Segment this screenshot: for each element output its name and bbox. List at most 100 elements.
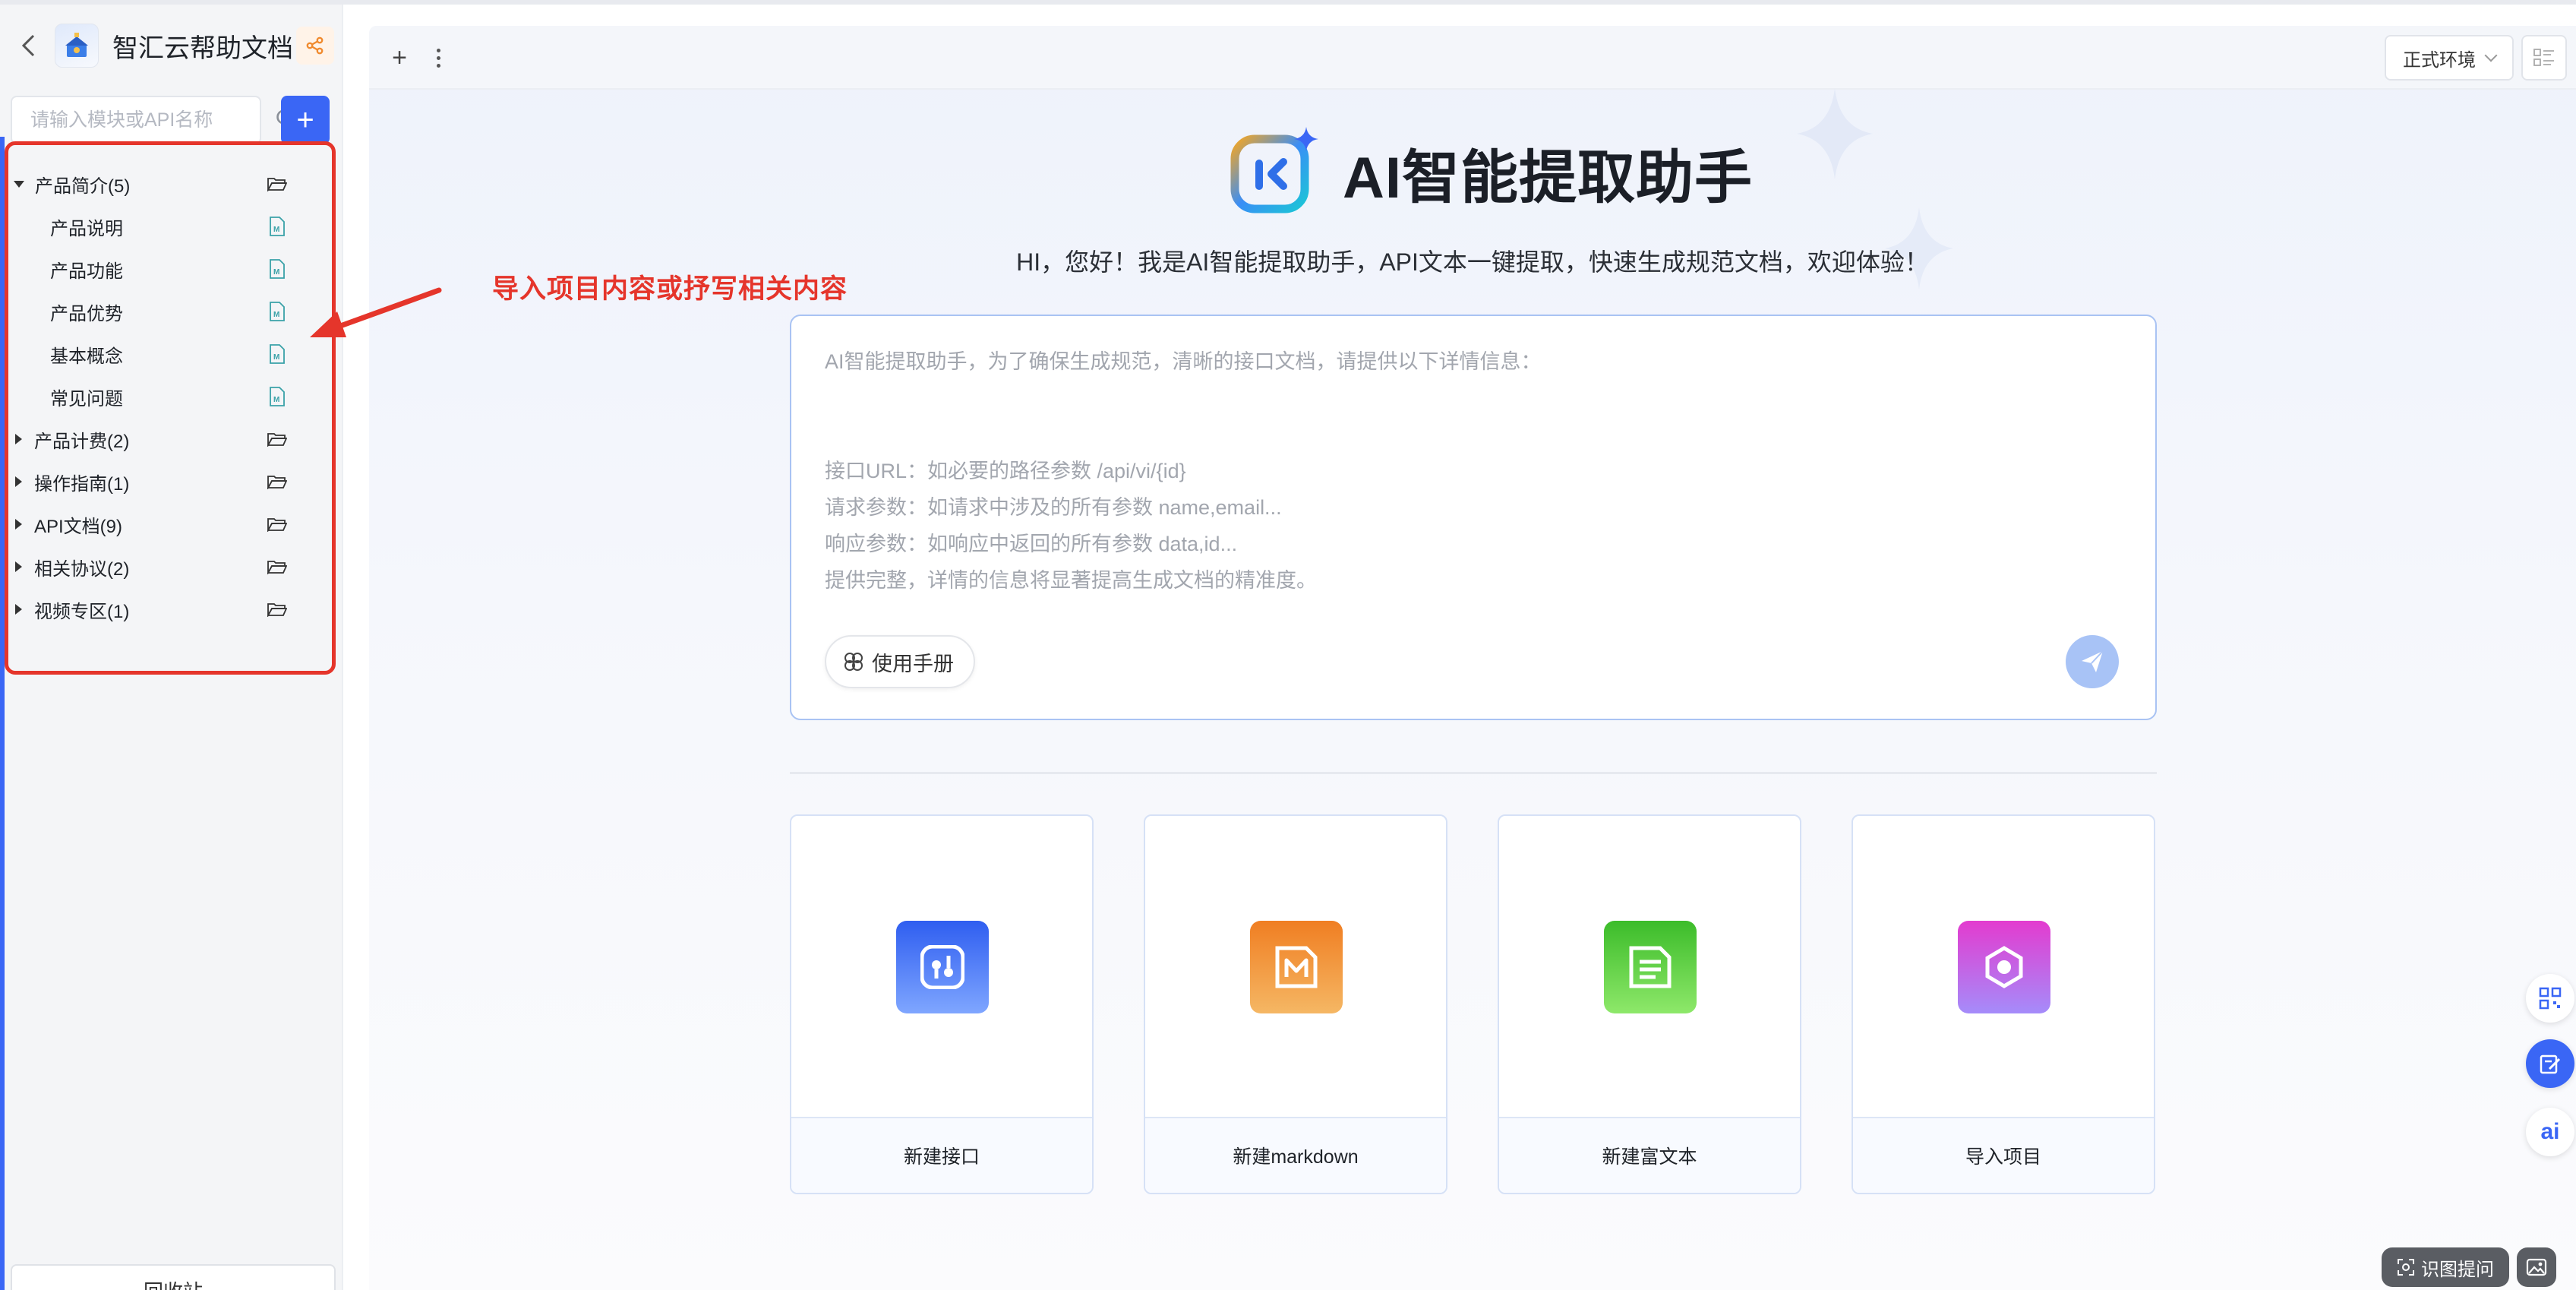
prompt-line-response: 响应参数：如响应中返回的所有参数 data,id... <box>825 533 1238 555</box>
card-new-markdown[interactable]: 新建markdown <box>1144 814 1447 1194</box>
card-label: 新建接口 <box>791 1117 1092 1193</box>
doc-tree: 产品简介(5) 产品说明 M 产品功能 M 产品优势 M 基本概念 M 常见问题… <box>5 163 324 631</box>
markdown-file-icon: M <box>266 258 289 280</box>
caret-down-icon[interactable] <box>14 180 24 188</box>
tree-doc-label: 常见问题 <box>50 388 123 409</box>
tree-doc-item[interactable]: 产品功能 M <box>5 248 324 290</box>
prompt-placeholder[interactable]: AI智能提取助手，为了确保生成规范，清晰的接口文档，请提供以下详情信息： 接口U… <box>825 343 2116 599</box>
tree-folder-label: 产品计费(2) <box>34 431 130 452</box>
markdown-file-icon: M <box>266 216 289 237</box>
image-question-label: 识图提问 <box>2421 1259 2494 1280</box>
tree-folder-label: 操作指南(1) <box>34 473 130 495</box>
hero-header: AI智能提取助手 <box>1227 123 1753 222</box>
caret-right-icon[interactable] <box>15 604 22 615</box>
tree-folder-label: 视频专区(1) <box>34 601 130 622</box>
quick-create-cards: 新建接口 新建markdown 新建富文本 导入项目 <box>790 814 2157 1194</box>
tree-doc-item[interactable]: 基本概念 M <box>5 333 324 375</box>
tree-doc-item[interactable]: 产品优势 M <box>5 290 324 333</box>
tree-folder-api-docs[interactable]: API文档(9) <box>5 503 324 545</box>
caret-right-icon[interactable] <box>15 476 22 487</box>
environment-value: 正式环境 <box>2403 49 2476 71</box>
folder-icon <box>266 471 289 492</box>
folder-icon <box>266 514 289 535</box>
main-toolbar: + 正式环境 <box>369 26 2576 90</box>
folder-icon <box>266 173 289 194</box>
caret-right-icon[interactable] <box>15 561 22 572</box>
folder-icon <box>266 428 289 450</box>
prompt-line-request: 请求参数：如请求中涉及的所有参数 name,email... <box>825 496 1282 519</box>
prompt-line-tip: 提供完整，详情的信息将显著提高生成文档的精准度。 <box>825 569 1317 592</box>
svg-text:M: M <box>273 226 279 234</box>
new-tab-button[interactable]: + <box>384 43 415 73</box>
card-new-api[interactable]: 新建接口 <box>790 814 1094 1194</box>
markdown-file-icon: M <box>266 386 289 407</box>
project-title: 智汇云帮助文档 <box>112 33 293 63</box>
card-import-project[interactable]: 导入项目 <box>1852 814 2155 1194</box>
caret-right-icon[interactable] <box>15 519 22 530</box>
annotation-arrow-icon <box>310 287 442 337</box>
svg-text:M: M <box>273 311 279 319</box>
tree-folder-billing[interactable]: 产品计费(2) <box>5 418 324 460</box>
card-new-richtext[interactable]: 新建富文本 <box>1498 814 1801 1194</box>
image-question-button[interactable]: 识图提问 <box>2382 1247 2509 1287</box>
scan-icon <box>2397 1258 2415 1276</box>
tree-folder-agreements[interactable]: 相关协议(2) <box>5 545 324 588</box>
tree-doc-label: 产品说明 <box>50 218 123 239</box>
markdown-icon <box>1250 921 1343 1013</box>
card-label: 新建富文本 <box>1499 1117 1800 1193</box>
share-icon[interactable] <box>296 27 334 65</box>
rich-text-icon <box>1604 921 1697 1013</box>
tree-doc-label: 产品优势 <box>50 303 123 324</box>
tree-doc-item[interactable]: 产品说明 M <box>5 205 324 248</box>
api-icon <box>896 921 989 1013</box>
qrcode-icon[interactable] <box>2526 974 2574 1023</box>
ai-assistant-logo-icon <box>1230 127 1318 213</box>
search-box <box>11 96 295 144</box>
markdown-file-icon: M <box>266 343 289 365</box>
prompt-input-box[interactable]: AI智能提取助手，为了确保生成规范，清晰的接口文档，请提供以下详情信息： 接口U… <box>790 315 2157 720</box>
layout-icon[interactable] <box>2521 35 2567 81</box>
chevron-down-icon <box>2484 49 2498 62</box>
prompt-intro: AI智能提取助手，为了确保生成规范，清晰的接口文档，请提供以下详情信息： <box>825 350 1542 373</box>
tree-doc-item[interactable]: 常见问题 M <box>5 375 324 418</box>
search-input[interactable] <box>30 109 275 131</box>
send-icon[interactable] <box>2066 635 2119 688</box>
section-divider <box>790 772 2157 774</box>
hero-title: AI智能提取助手 <box>1343 146 1753 210</box>
tree-folder-videos[interactable]: 视频专区(1) <box>5 588 324 631</box>
ai-assistant-button[interactable]: ai <box>2526 1108 2574 1156</box>
user-manual-button[interactable]: 使用手册 <box>825 635 975 688</box>
folder-icon <box>266 599 289 620</box>
add-item-button[interactable]: + <box>281 96 330 144</box>
window-top-border <box>0 0 2576 5</box>
environment-select[interactable]: 正式环境 <box>2385 35 2514 81</box>
tree-folder-label: 相关协议(2) <box>34 558 130 580</box>
prompt-line-url: 接口URL：如必要的路径参数 /api/vi/{id} <box>825 460 1186 482</box>
manual-icon <box>843 651 864 672</box>
image-icon[interactable] <box>2517 1247 2556 1287</box>
tree-folder-guide[interactable]: 操作指南(1) <box>5 460 324 503</box>
tree-folder-product-intro[interactable]: 产品简介(5) <box>5 163 324 205</box>
edit-icon[interactable] <box>2526 1039 2574 1088</box>
user-manual-label: 使用手册 <box>872 652 954 675</box>
annotation-text: 导入项目内容或抒写相关内容 <box>492 274 848 304</box>
import-project-icon <box>1958 921 2050 1013</box>
tree-doc-label: 产品功能 <box>50 261 123 282</box>
more-icon[interactable] <box>427 43 450 73</box>
folder-icon <box>266 556 289 577</box>
main-panel: + 正式环境 AI智能提取助手 HI，您好！我是AI智能提取助手，API文本一键… <box>369 26 2576 1290</box>
caret-right-icon[interactable] <box>15 434 22 444</box>
project-logo <box>55 24 99 68</box>
back-icon[interactable] <box>15 33 41 58</box>
sparkle-decoration <box>1797 88 1873 179</box>
svg-text:M: M <box>273 353 279 362</box>
svg-text:M: M <box>273 396 279 404</box>
tree-doc-label: 基本概念 <box>50 346 123 367</box>
card-label: 导入项目 <box>1853 1117 2154 1193</box>
tree-folder-label: API文档(9) <box>34 516 123 537</box>
recycle-bin-button[interactable]: 回收站 <box>11 1264 336 1290</box>
tree-folder-label: 产品简介(5) <box>35 175 131 197</box>
markdown-file-icon: M <box>266 301 289 322</box>
project-header: 智汇云帮助文档 <box>15 21 334 70</box>
svg-text:M: M <box>273 268 279 277</box>
